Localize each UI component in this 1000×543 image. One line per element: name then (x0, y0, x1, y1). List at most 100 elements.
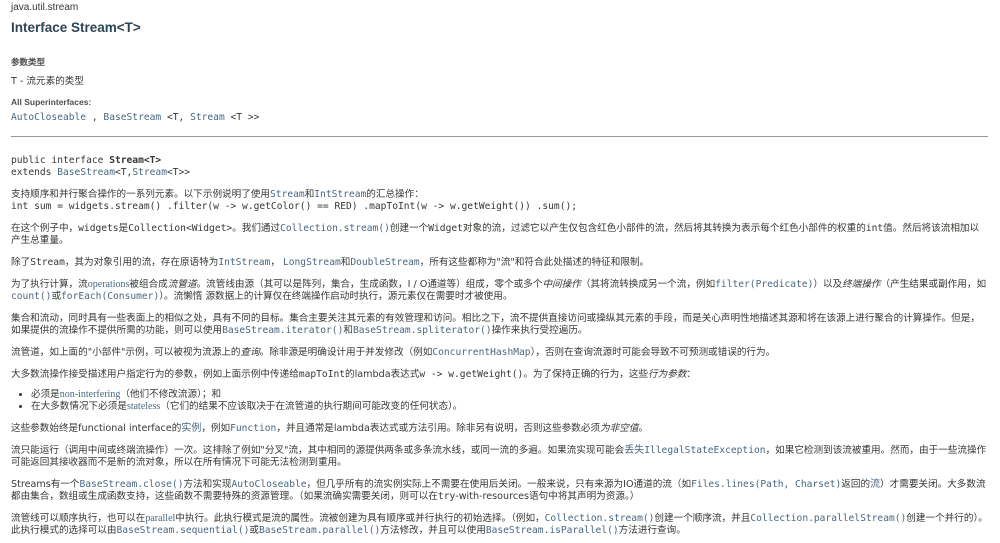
doc-link[interactable]: BaseStream.spliterator() (353, 325, 492, 336)
text-run: 创建一个 (389, 223, 429, 234)
emphasis-text: 终端操作 (842, 279, 881, 290)
inline-code: w -> w.getWeight() (419, 369, 524, 380)
list-item: 必须是non-interfering（他们不修改流源）；和 (31, 389, 988, 401)
doc-link[interactable]: operations (88, 279, 130, 290)
sig-name: Stream<T> (109, 155, 162, 166)
text-run: 。为了保持正确的行为，这些 (523, 369, 649, 380)
text-run: 是 (118, 223, 129, 234)
text-run: 大多数流操作接受描述用户指定行为的参数，例如上面示例中传递给 (11, 369, 299, 380)
text-run: ： (686, 369, 697, 380)
text-run: 创建一个顺序流，并且 (654, 513, 751, 524)
text-run: 和 (340, 257, 351, 268)
doc-link[interactable]: BaseStream.isParallel() (486, 525, 619, 536)
sig-extends: extends (11, 167, 58, 178)
text-run: 在这个例子中， (11, 223, 79, 234)
text-run: ，所有这些都称为"流"和符合此处描述的特征和限制。 (419, 257, 650, 268)
text-run: 返回的 (841, 479, 871, 490)
doc-link[interactable]: parallel (145, 513, 175, 524)
behavior-list: 必须是non-interfering（他们不修改流源）；和在大多数情况下必须是s… (11, 389, 988, 413)
sig-mid: <T, (114, 167, 133, 178)
description-paragraph: 集合和流动，同时具有一些表面上的相似之处，具有不同的目标。集合主要关注其元素的有… (11, 313, 988, 337)
doc-link[interactable]: BaseStream.parallel() (259, 525, 380, 536)
text-run: （其将流转换成另一个流，例如 (580, 279, 716, 290)
doc-link[interactable]: BaseStream.close() (80, 479, 184, 490)
doc-link[interactable]: 丢失 (624, 445, 644, 456)
description-paragraph: 支持顺序和并行聚合操作的一系列元素。以下示例说明了使用Stream和IntStr… (11, 189, 988, 201)
doc-link[interactable]: IllegalStateException (644, 445, 765, 456)
text-run: ），否则在查询流源时可能会导致不可预测或错误的行为。 (530, 347, 776, 358)
emphasis-text: 中间操作 (542, 279, 581, 290)
doc-link[interactable]: Collection.stream() (280, 223, 390, 234)
doc-link[interactable]: 流 (870, 479, 880, 490)
description-paragraph: 除了Stream，其为对象引用的流，存在原语特为IntStream， LongS… (11, 257, 988, 269)
text-run: ，但几乎所有的流实例实际上不需要在使用后关闭。一般来说，只有来源为IO通道的流（… (306, 479, 692, 490)
text-run: 方法修改，并且可以使用 (380, 525, 486, 536)
code-example: int sum = widgets.stream() .filter(w -> … (11, 201, 988, 213)
description-paragraph: 流只能运行（调用中间或终端流操作）一次。这排除了例如"分叉"流，其中相同的源提供… (11, 445, 988, 469)
doc-link[interactable]: Files.lines(Path, Charset) (691, 479, 841, 490)
text-run: 对象的流，过滤它以产生仅包含红色小部件的流，然后将其转换为表示每个红色小部件的权… (462, 223, 866, 234)
doc-link[interactable]: 实例 (181, 423, 201, 434)
text-run: ）以及 (813, 279, 843, 290)
text-run: 在大多数情况下必须是 (31, 401, 127, 412)
text-run: 流只能运行（调用中间或终端流操作）一次。这排除了例如"分叉"流，其中相同的源提供… (11, 445, 625, 456)
description-paragraph: 在这个例子中，widgets是Collection<Widget>。我们通过Co… (11, 223, 988, 247)
text-run: 这些参数始终是functional interface的 (11, 423, 182, 434)
doc-link[interactable]: BaseStream.iterator() (222, 325, 343, 336)
doc-link[interactable]: IntStream (218, 257, 270, 268)
text-run: 。 (638, 423, 649, 434)
description-paragraph: Streams有一个BaseStream.close()方法和实现AutoClo… (11, 479, 988, 503)
doc-link[interactable]: LongStream (283, 257, 341, 268)
doc-link[interactable]: forEach(Consumer) (61, 291, 159, 302)
inline-code: try (437, 491, 456, 502)
text-run: ，其为对象引用的流，存在原语特为 (64, 257, 219, 268)
text-run: -with-resources语句中将其声明为资源。） (455, 491, 640, 502)
doc-link[interactable]: Collection.stream() (545, 513, 655, 524)
doc-link[interactable]: stateless (127, 401, 160, 412)
inline-code: widgets (78, 223, 119, 234)
text-run: 。除非源是明确设计用于并发修改（例如 (259, 347, 433, 358)
doc-link[interactable]: Collection.parallelStream() (750, 513, 906, 524)
text-run: 。我们通过 (232, 223, 281, 234)
doc-link[interactable]: filter(Predicate) (715, 279, 813, 290)
text-run: 支持顺序和并行聚合操作的一系列元素。以下示例说明了使用 (11, 189, 271, 200)
text-run: 被组合成 (129, 279, 168, 290)
link-stream-sig[interactable]: Stream (132, 167, 167, 178)
inline-code: mapToInt (298, 369, 346, 380)
description-paragraph: 流管线可以顺序执行，也可以在parallel中执行。此执行模式是流的属性。流被创… (11, 513, 988, 537)
link-autocloseable[interactable]: AutoCloseable (11, 112, 86, 123)
superinterfaces-label: All Superinterfaces: (11, 97, 92, 107)
text-run: 方法和实现 (183, 479, 232, 490)
doc-link[interactable]: non-interfering (60, 389, 121, 400)
page-title: Interface Stream<T> (11, 20, 141, 35)
doc-link[interactable]: IntStream (314, 189, 366, 200)
text-run: 或 (51, 291, 62, 302)
inline-code: Widget (428, 223, 463, 234)
inline-code: int (865, 223, 884, 234)
text-run: 操作来执行受控遍历。 (491, 325, 588, 336)
inline-code: Stream (30, 257, 65, 268)
link-stream[interactable]: Stream (190, 112, 225, 123)
doc-link[interactable]: Stream (270, 189, 305, 200)
doc-link[interactable]: ConcurrentHashMap (432, 347, 530, 358)
class-signature: public interface Stream<T> extends BaseS… (11, 155, 988, 179)
doc-link[interactable]: count() (11, 291, 51, 302)
type-args: <T, (161, 112, 191, 123)
type-params-label: 参数类型 (11, 57, 46, 67)
text-run: 的lambda表达式 (345, 369, 420, 380)
link-basestream-sig[interactable]: BaseStream (57, 167, 115, 178)
superinterfaces-list: AutoCloseable , BaseStream <T, Stream <T… (11, 112, 988, 123)
doc-link[interactable]: AutoCloseable (231, 479, 306, 490)
doc-link[interactable]: DoubleStream (350, 257, 419, 268)
doc-link[interactable]: Function (230, 423, 276, 434)
description-paragraph: 这些参数始终是functional interface的实例，例如Functio… (11, 423, 988, 435)
inline-code: Collection<Widget> (128, 223, 233, 234)
emphasis-text: 行为参数 (648, 369, 687, 380)
type-args-end: <T >> (224, 112, 260, 123)
text-run: 的汇总操作： (366, 189, 424, 200)
javadoc-page: java.util.stream Interface Stream<T> 参数类… (0, 0, 1000, 537)
link-basestream[interactable]: BaseStream (103, 112, 161, 123)
type-params-value: T - 流元素的类型 (11, 76, 84, 87)
inline-code: int sum = widgets.stream() .filter(w -> … (11, 201, 578, 212)
doc-link[interactable]: BaseStream.sequential() (117, 525, 250, 536)
